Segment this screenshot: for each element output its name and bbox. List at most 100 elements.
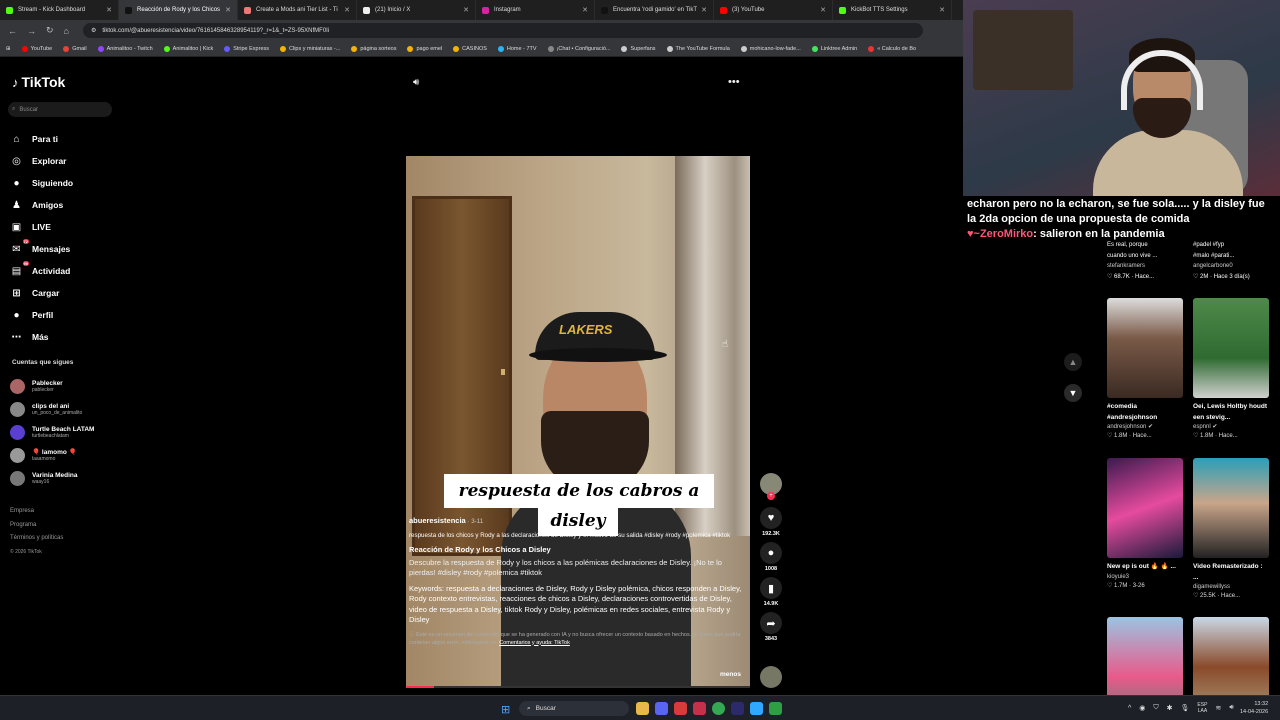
browser-tab[interactable]: Create a Mods ani Tier List - Ti ✕ xyxy=(238,0,357,20)
bookmark-item[interactable]: Gmail xyxy=(63,45,87,52)
close-icon[interactable]: ✕ xyxy=(939,6,945,14)
nav-item-ms[interactable]: ⋯ Más xyxy=(10,326,73,348)
show-less-button[interactable]: menos xyxy=(720,671,741,678)
file-explorer-icon[interactable] xyxy=(636,702,649,715)
footer-link[interactable]: Términos y políticas xyxy=(10,532,63,546)
close-icon[interactable]: ✕ xyxy=(582,6,588,14)
nav-item-mensajes[interactable]: ✉ 72 Mensajes xyxy=(10,238,73,260)
share-button[interactable]: ➦ 3843 xyxy=(758,612,784,642)
premiere-icon[interactable] xyxy=(731,702,744,715)
bookmark-item[interactable]: pago emel xyxy=(407,45,442,52)
close-icon[interactable]: ✕ xyxy=(344,6,350,14)
browser-tab[interactable]: KickBot TTS Settings ✕ xyxy=(833,0,952,20)
wifi-icon[interactable]: ≋ xyxy=(1215,704,1221,712)
next-video-button[interactable]: ▼ xyxy=(1064,384,1082,402)
video-thumbnail[interactable] xyxy=(1107,458,1183,558)
url-input[interactable]: ⚙ tiktok.com/@abueresistencia/video/76161… xyxy=(82,23,923,38)
video-card[interactable]: #comedia #andresjohnson andresjohnson ✔ ♡ … xyxy=(1107,298,1183,441)
reload-icon[interactable]: ↻ xyxy=(46,25,54,36)
home-icon[interactable]: ⌂ xyxy=(64,26,69,36)
following-item[interactable]: 🎈 lamomo 🎈 laaamomo xyxy=(10,444,94,467)
chevron-up-icon[interactable]: ^ xyxy=(1128,705,1131,712)
discord-icon[interactable] xyxy=(655,702,668,715)
clock[interactable]: 13:32 14-04-2026 xyxy=(1240,700,1268,716)
video-more-icon[interactable]: ••• xyxy=(728,76,740,88)
bookmark-item[interactable]: CASINOS xyxy=(453,45,487,52)
windows-start-icon[interactable]: ⊞ xyxy=(501,703,510,716)
taskbar-search[interactable]: ⌕ Buscar xyxy=(519,701,629,716)
bookmark-item[interactable]: Clips y miniaturas -... xyxy=(280,45,340,52)
bookmark-item[interactable]: Animalitoo - Twitch xyxy=(97,45,153,52)
following-item[interactable]: Turtle Beach LATAM turtlebeachlatam xyxy=(10,421,94,444)
back-icon[interactable]: ← xyxy=(8,26,17,36)
video-thumbnail[interactable] xyxy=(1193,298,1269,398)
video-thumbnail[interactable] xyxy=(1193,458,1269,558)
bookmark-item[interactable]: « Calculo de Bo xyxy=(868,45,916,52)
browser-tab[interactable]: Encuentra 'rodi gamido' en TikT ✕ xyxy=(595,0,714,20)
following-item[interactable]: Pablecker pablecker xyxy=(10,375,94,398)
video-thumbnail[interactable] xyxy=(1107,298,1183,398)
following-item[interactable]: clips del ani un_poco_de_animalito xyxy=(10,398,94,421)
comment-button[interactable]: ● 1008 xyxy=(758,542,784,572)
nav-item-cargar[interactable]: ⊞ Cargar xyxy=(10,282,73,304)
bookmark-item[interactable]: ¡Chat • Configuració... xyxy=(547,45,610,52)
search-input[interactable]: ⌕ Buscar xyxy=(8,102,112,117)
bookmark-item[interactable]: Stripe Express xyxy=(224,45,269,52)
network-icon[interactable]: ◉ xyxy=(1139,704,1145,712)
ai-feedback-link[interactable]: Comentarios y ayuda: TikTok xyxy=(499,640,570,646)
bookmark-item[interactable]: página sorteos xyxy=(351,45,396,52)
photoshop-icon[interactable] xyxy=(750,702,763,715)
close-icon[interactable]: ✕ xyxy=(463,6,469,14)
browser-tab[interactable]: Reacción de Rody y los Chicos ✕ xyxy=(119,0,238,20)
close-icon[interactable]: ✕ xyxy=(225,6,231,14)
browser-tab[interactable]: Instagram ✕ xyxy=(476,0,595,20)
forward-icon[interactable]: → xyxy=(27,26,36,36)
bookmark-item[interactable]: Linktree Admin xyxy=(811,45,857,52)
follow-plus-icon[interactable]: + xyxy=(767,492,775,500)
nav-item-explorar[interactable]: ◎ Explorar xyxy=(10,150,73,172)
footer-link[interactable]: Empresa xyxy=(10,505,63,519)
previous-video-button[interactable]: ▲ xyxy=(1064,353,1082,371)
video-card[interactable]: New ep is out 🔥 🔥 ... kioyuie3 ♡ 1.7M · 3-… xyxy=(1107,458,1183,591)
nav-item-amigos[interactable]: ♟ Amigos xyxy=(10,194,73,216)
nav-item-live[interactable]: ▣ LIVE xyxy=(10,216,73,238)
footer-link[interactable]: Programa xyxy=(10,519,63,533)
volume-icon[interactable]: 🔊︎ xyxy=(1229,704,1233,712)
sound-avatar[interactable] xyxy=(760,666,782,688)
bookmark-item[interactable]: YouTube xyxy=(21,45,52,52)
bookmark-item[interactable]: Superfans xyxy=(621,45,656,52)
apps-icon[interactable]: ⊞ xyxy=(6,46,11,52)
bluetooth-icon[interactable]: ✱ xyxy=(1167,704,1173,712)
like-button[interactable]: ♥ 192.3K xyxy=(758,507,784,537)
video-card[interactable]: Video Remasterizado : ... digamewillyss ♡ … xyxy=(1193,458,1269,601)
notes-icon[interactable] xyxy=(769,702,782,715)
site-info-icon[interactable]: ⚙ xyxy=(91,27,96,34)
nav-item-siguiendo[interactable]: ● Siguiendo xyxy=(10,172,73,194)
microphone-icon[interactable]: 🎙︎ xyxy=(1181,704,1190,712)
author-name[interactable]: abueresistencia xyxy=(409,516,466,525)
volume-icon[interactable]: 🔊︎ xyxy=(413,77,419,88)
browser-tab[interactable]: Stream - Kick Dashboard ✕ xyxy=(0,0,119,20)
nav-item-actividad[interactable]: ▤ 99 Actividad xyxy=(10,260,73,282)
creator-avatar[interactable]: + xyxy=(760,473,782,500)
nav-item-perfil[interactable]: ● Perfil xyxy=(10,304,73,326)
video-card[interactable]: Oei, Lewis Holtby houdt een stevig... esp… xyxy=(1193,298,1269,441)
language-indicator[interactable]: ESP LAA xyxy=(1197,702,1207,714)
bookmark-item[interactable]: mohicano-low-fade... xyxy=(740,45,801,52)
media-icon[interactable] xyxy=(693,702,706,715)
bookmark-item[interactable]: Home - 7TV xyxy=(497,45,537,52)
top-right-card-info[interactable]: #padel #fyp #malo #parati... angelcarbon… xyxy=(1193,240,1250,282)
close-icon[interactable]: ✕ xyxy=(701,6,707,14)
tiktok-logo[interactable]: ♪ TikTok xyxy=(12,74,65,90)
top-left-card-info[interactable]: Es real, porque cuando uno vive ... stef… xyxy=(1107,240,1157,282)
app-icon[interactable] xyxy=(674,702,687,715)
close-icon[interactable]: ✕ xyxy=(106,6,112,14)
browser-tab[interactable]: (21) Inicio / X ✕ xyxy=(357,0,476,20)
nav-item-parati[interactable]: ⌂ Para ti xyxy=(10,128,73,150)
save-button[interactable]: ▮ 14.9K xyxy=(758,577,784,607)
video-progress-bar[interactable] xyxy=(406,686,750,688)
browser-tab[interactable]: (3) YouTube ✕ xyxy=(714,0,833,20)
following-item[interactable]: Varinia Medina waay16 xyxy=(10,467,94,490)
chrome-icon[interactable] xyxy=(712,702,725,715)
bookmark-item[interactable]: The YouTube Formula xyxy=(666,45,730,52)
